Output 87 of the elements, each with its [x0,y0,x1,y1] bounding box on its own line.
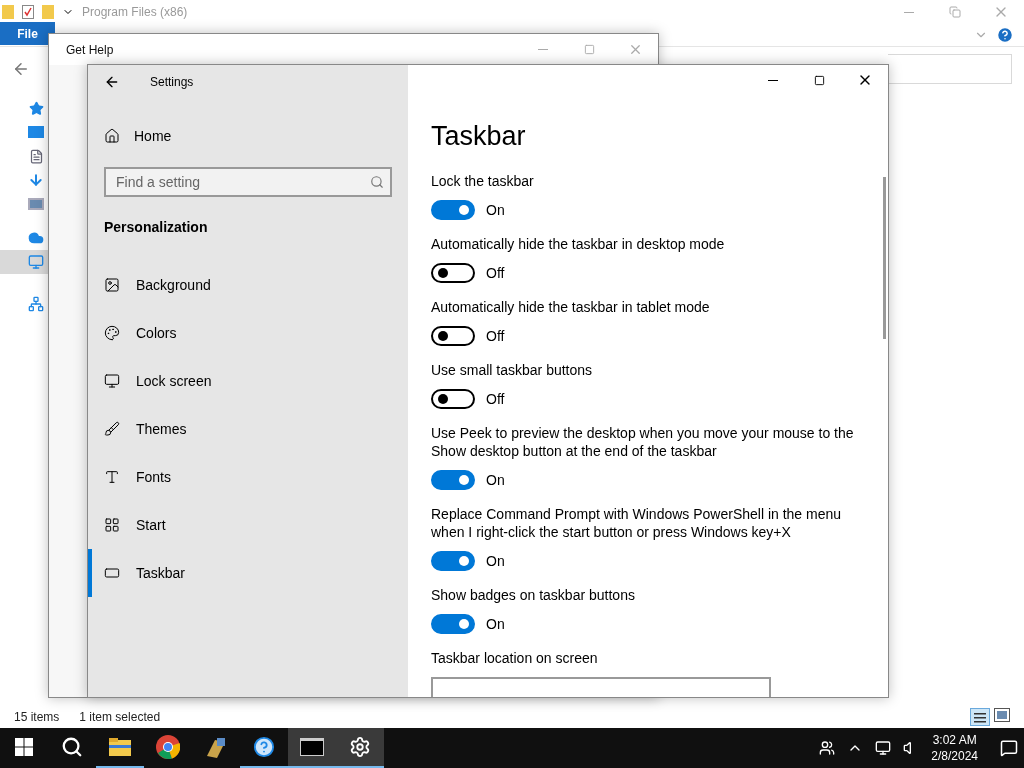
cloud-icon [28,230,44,246]
toggle-switch[interactable] [431,326,475,346]
maximize-icon [583,44,595,55]
clock[interactable]: 3:02 AM 2/8/2024 [931,732,978,764]
scrollbar-thumb[interactable] [883,177,886,339]
type-icon [104,469,120,485]
toggle-state: On [486,202,505,218]
time: 3:02 AM [932,732,977,748]
window-title: Settings [150,75,194,89]
folder-icon [109,738,131,756]
home-link[interactable]: Home [104,121,408,151]
windows-icon [15,738,33,756]
minimize-icon [768,79,778,81]
toggle-switch[interactable] [431,200,475,220]
selection-count: 1 item selected [79,709,161,724]
folder-icon [2,5,14,19]
toggle-switch[interactable] [431,551,475,571]
nav-item[interactable]: Themes [88,405,408,453]
toggle-state: On [486,616,505,632]
toggle-switch[interactable] [431,263,475,283]
setting-label: Automatically hide the taskbar in tablet mode [431,298,711,316]
toggle-state: Off [486,328,505,344]
app-icon [205,736,227,758]
taskbar-app[interactable] [288,728,336,768]
setting-label: Use Peek to preview the desktop when you move your mouse to the Show desktop button at the end of the taskbar [431,424,855,460]
chrome-icon [156,735,180,759]
toggle-state: On [486,553,505,569]
search-icon [370,175,384,189]
window-title: Get Help [66,42,114,57]
nav-item[interactable]: Taskbar [88,549,408,597]
monitor-icon [104,373,120,389]
setting-label: Show badges on taskbar buttons [431,586,636,604]
minimize-icon [538,49,548,50]
download-icon [28,172,44,188]
taskbar-icon [104,565,120,581]
help-icon [253,736,275,758]
desktop-icon [28,126,44,138]
folder-icon [42,5,54,19]
network-icon[interactable] [875,740,892,756]
computer-icon [28,254,44,270]
toggle-state: On [486,472,505,488]
nav-item[interactable]: Lock screen [88,357,408,405]
thumbnails-view-icon[interactable] [994,707,1010,722]
palette-icon [104,325,120,341]
window-title: Program Files (x86) [82,5,188,19]
toggle-switch[interactable] [431,389,475,409]
people-icon[interactable] [819,740,836,756]
nav-item[interactable]: Colors [88,309,408,357]
gear-icon [349,736,371,758]
toggle-switch[interactable] [431,470,475,490]
image-icon [104,277,120,293]
brush-icon [104,421,120,437]
item-count: 15 items [14,709,60,724]
setting-label: Automatically hide the taskbar in desktop mode [431,235,726,253]
nav-item[interactable]: Start [88,501,408,549]
details-view-icon[interactable] [970,707,990,726]
minimize-icon [904,11,914,13]
taskbar-app[interactable] [336,728,384,768]
nav-item[interactable] [0,250,48,274]
section-heading: Personalization [104,219,209,235]
toggle-state: Off [486,391,505,407]
notifications-icon[interactable] [1000,739,1018,757]
toggle-state: Off [486,265,505,281]
back-button[interactable] [104,74,120,90]
search-icon [61,736,83,758]
setting-label: Replace Command Prompt with Windows PowerShell in the menu when I right-click the start button or press Windows key+X [431,505,843,541]
network-icon [28,296,44,312]
search-field[interactable]: Find a setting [104,167,392,197]
properties-icon [22,5,34,19]
page-title: Taskbar [431,121,527,152]
star-icon [29,100,44,116]
pictures-icon [28,198,44,210]
setting-label: Taskbar location on screen [431,649,599,667]
setting-label: Use small taskbar buttons [431,361,594,379]
date: 2/8/2024 [931,748,978,764]
toggle-switch[interactable] [431,614,475,634]
nav-item[interactable]: Background [88,261,408,309]
document-icon [29,148,44,164]
nav-item[interactable]: Fonts [88,453,408,501]
maximize-icon [813,74,825,86]
restore-icon [949,6,961,18]
console-icon [300,738,324,756]
help-icon[interactable] [996,26,1014,44]
setting-label: Lock the taskbar [431,172,535,190]
home-icon [104,128,120,144]
grid-icon [104,517,120,533]
file-tab[interactable]: File [0,22,55,45]
